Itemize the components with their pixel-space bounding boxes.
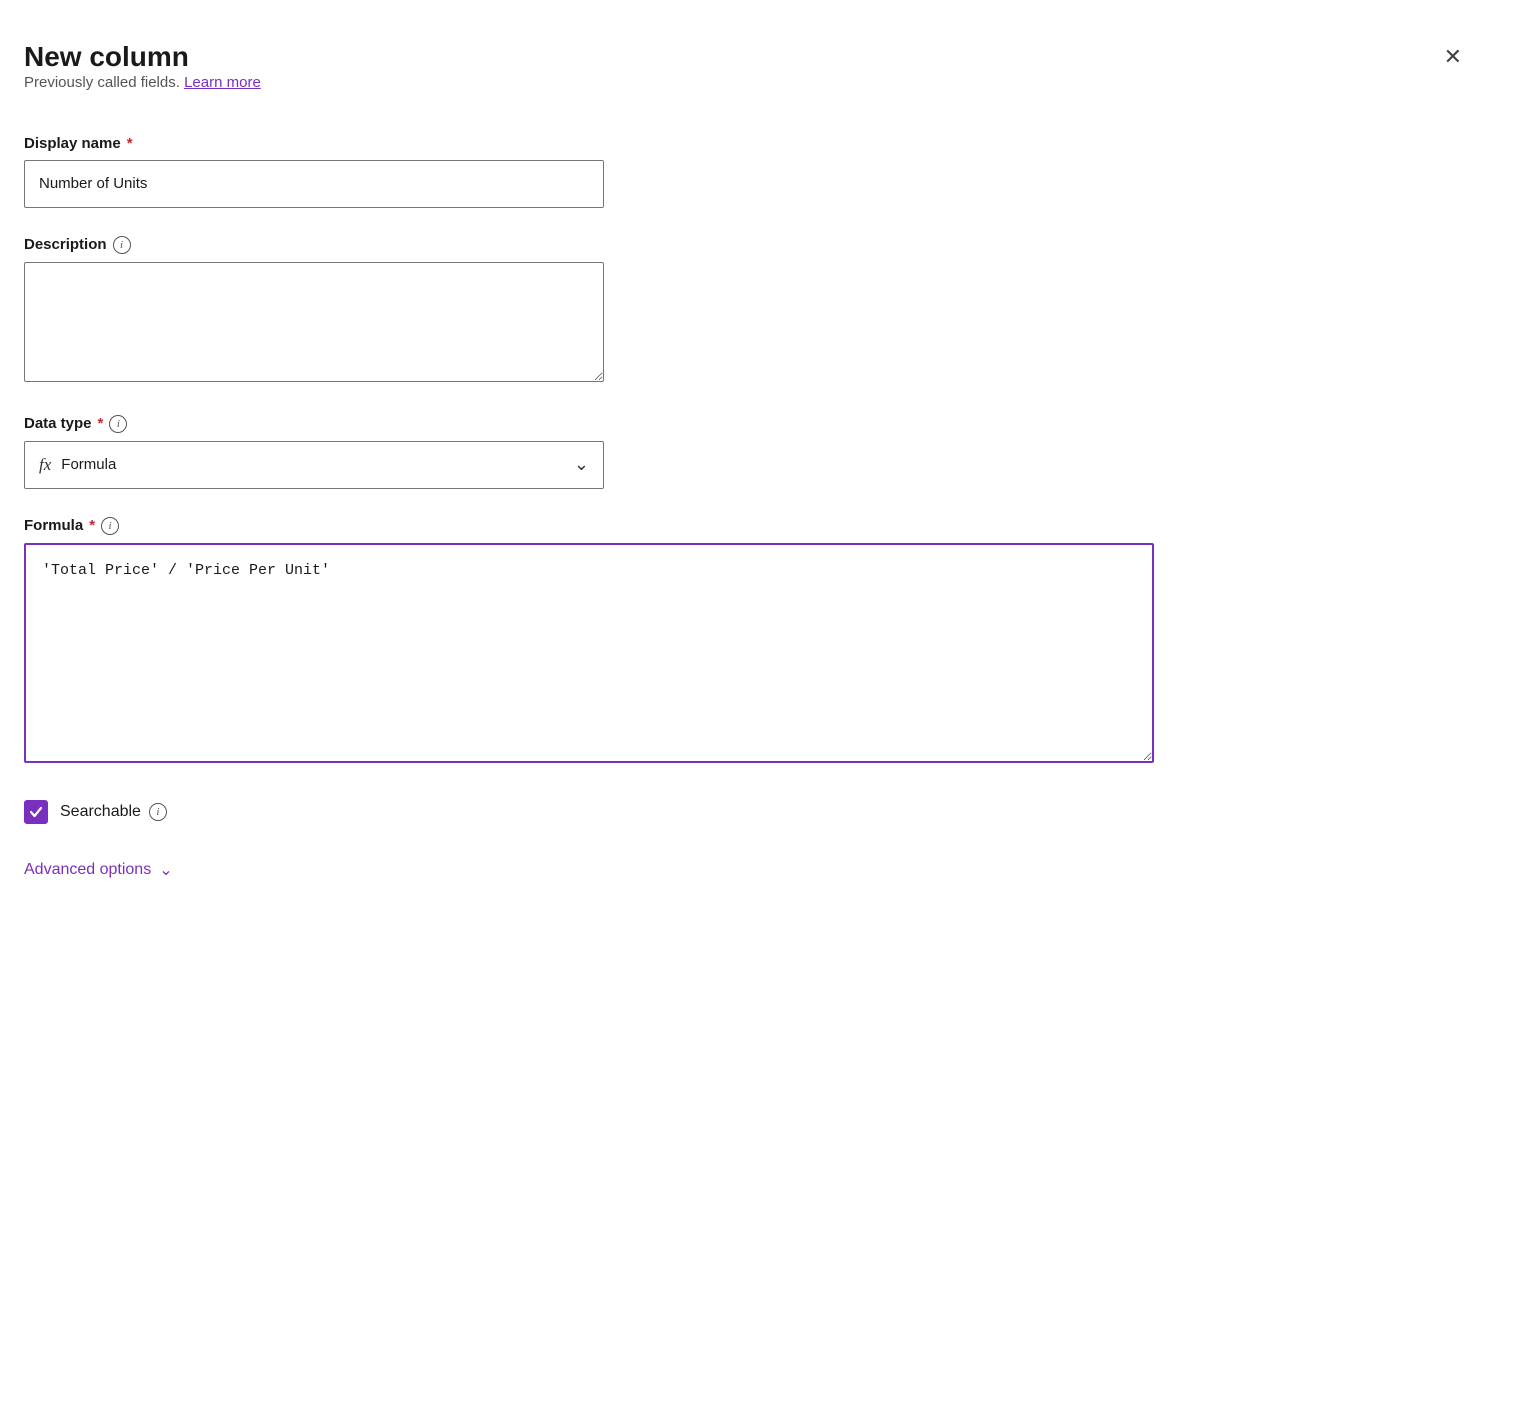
formula-fx-icon: fx bbox=[39, 455, 51, 475]
data-type-chevron-down-icon: ⌄ bbox=[574, 454, 589, 475]
advanced-options-chevron-down-icon: ⌄ bbox=[159, 860, 172, 880]
display-name-input[interactable] bbox=[24, 160, 604, 208]
data-type-label-text: Data type bbox=[24, 415, 92, 432]
searchable-label-text: Searchable bbox=[60, 803, 141, 821]
formula-info-icon: i bbox=[101, 517, 119, 535]
panel-header: New column Previously called fields. Lea… bbox=[24, 40, 1468, 127]
searchable-info-icon: i bbox=[149, 803, 167, 821]
formula-input[interactable]: 'Total Price' / 'Price Per Unit' bbox=[24, 543, 1154, 763]
panel-subtitle: Previously called fields. Learn more bbox=[24, 74, 261, 91]
data-type-label: Data type * i bbox=[24, 415, 1468, 433]
description-group: Description i bbox=[24, 236, 1468, 387]
formula-group: Formula * i 'Total Price' / 'Price Per U… bbox=[24, 517, 1468, 768]
advanced-options-row[interactable]: Advanced options ⌄ bbox=[24, 860, 1468, 880]
data-type-value-text: Formula bbox=[61, 456, 116, 473]
display-name-required: * bbox=[127, 135, 133, 152]
page-title: New column bbox=[24, 40, 261, 74]
data-type-group: Data type * i fx Formula ⌄ bbox=[24, 415, 1468, 489]
learn-more-link[interactable]: Learn more bbox=[184, 74, 261, 91]
display-name-group: Display name * bbox=[24, 135, 1468, 208]
formula-label: Formula * i bbox=[24, 517, 1468, 535]
advanced-options-label: Advanced options bbox=[24, 861, 151, 879]
formula-label-text: Formula bbox=[24, 517, 83, 534]
description-info-icon: i bbox=[113, 236, 131, 254]
searchable-checkbox[interactable] bbox=[24, 800, 48, 824]
data-type-select[interactable]: fx Formula ⌄ bbox=[24, 441, 604, 489]
close-button[interactable]: ✕ bbox=[1438, 40, 1468, 74]
display-name-label: Display name * bbox=[24, 135, 1468, 152]
panel-title-area: New column Previously called fields. Lea… bbox=[24, 40, 261, 127]
data-type-required: * bbox=[98, 415, 104, 432]
data-type-info-icon: i bbox=[109, 415, 127, 433]
display-name-label-text: Display name bbox=[24, 135, 121, 152]
close-icon: ✕ bbox=[1444, 46, 1462, 68]
formula-required: * bbox=[89, 517, 95, 534]
subtitle-text: Previously called fields. bbox=[24, 74, 180, 91]
new-column-panel: New column Previously called fields. Lea… bbox=[0, 0, 1516, 1403]
searchable-row: Searchable i bbox=[24, 800, 1468, 824]
checkmark-icon bbox=[29, 805, 43, 819]
searchable-label: Searchable i bbox=[60, 803, 167, 821]
data-type-selected-value: fx Formula bbox=[39, 455, 116, 475]
description-label-text: Description bbox=[24, 236, 107, 253]
description-input[interactable] bbox=[24, 262, 604, 382]
description-label: Description i bbox=[24, 236, 1468, 254]
